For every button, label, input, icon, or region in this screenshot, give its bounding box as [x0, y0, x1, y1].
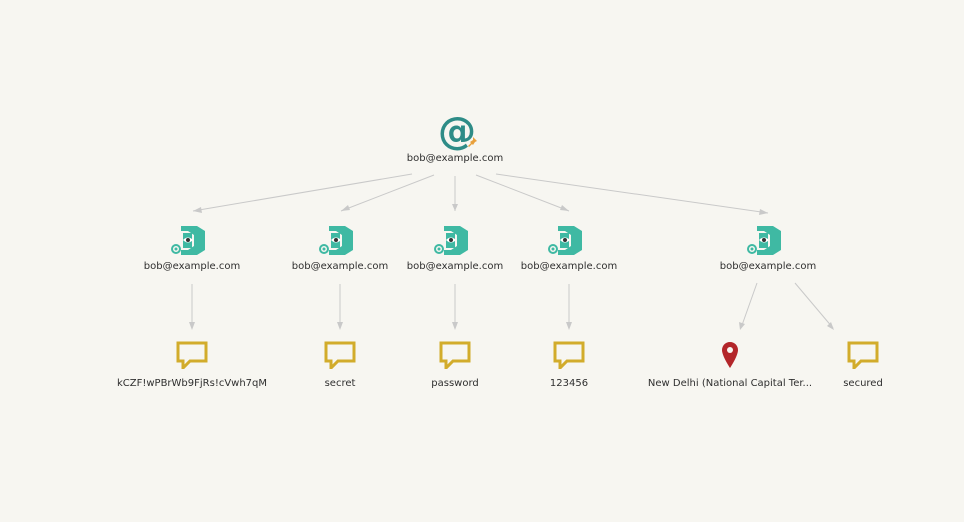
edges-root-to-breaches: [192, 173, 769, 215]
edge: [340, 174, 435, 212]
edge: [740, 282, 758, 329]
breach-database-icon: [171, 226, 205, 255]
phrase-node[interactable]: secured: [823, 341, 903, 393]
root-node[interactable]: @ bob@example.com: [405, 110, 505, 170]
breach-node[interactable]: bob@example.com: [142, 224, 242, 276]
edge: [495, 173, 769, 214]
speech-bubble-icon: [439, 341, 471, 369]
breach-label: bob@example.com: [291, 261, 389, 272]
breach-database-icon: [434, 226, 468, 255]
breach-node[interactable]: bob@example.com: [718, 224, 818, 276]
arrow: [193, 207, 202, 213]
phrase-node[interactable]: kCZF!wPBrWb9FjRs!cVwh7qM: [112, 341, 272, 393]
breach-node[interactable]: bob@example.com: [290, 224, 390, 276]
phrase-label: secured: [843, 378, 883, 389]
edge: [794, 282, 834, 329]
arrow: [566, 322, 572, 330]
arrow: [452, 322, 458, 330]
arrow: [337, 322, 343, 330]
breach-node[interactable]: bob@example.com: [405, 224, 505, 276]
map-pin-icon: [722, 342, 738, 368]
phrase-node[interactable]: password: [415, 341, 495, 393]
arrow: [560, 205, 569, 211]
arrow: [759, 209, 768, 215]
speech-bubble-icon: [847, 341, 879, 369]
arrow: [452, 204, 458, 211]
speech-bubble-icon: [324, 341, 356, 369]
arrow: [739, 322, 745, 330]
breach-label: bob@example.com: [406, 261, 504, 272]
breach-label: bob@example.com: [143, 261, 241, 272]
breach-database-icon: [747, 226, 781, 255]
phrase-node[interactable]: 123456: [529, 341, 609, 393]
arrow: [189, 322, 195, 330]
edge: [192, 173, 413, 212]
phrase-node[interactable]: secret: [300, 341, 380, 393]
edge: [475, 174, 570, 212]
breach-database-icon: [548, 226, 582, 255]
phrase-label: kCZF!wPBrWb9FjRs!cVwh7qM: [116, 378, 268, 389]
location-label: New Delhi (National Capital Ter...: [647, 378, 813, 389]
arrow: [827, 322, 834, 330]
edges-breaches-to-leaves: [189, 282, 834, 330]
phrase-label: password: [431, 378, 479, 389]
location-node[interactable]: New Delhi (National Capital Ter...: [638, 341, 822, 393]
breach-database-icon: [319, 226, 353, 255]
breach-node[interactable]: bob@example.com: [519, 224, 619, 276]
speech-bubble-icon: [176, 341, 208, 369]
breach-label: bob@example.com: [520, 261, 618, 272]
speech-bubble-icon: [553, 341, 585, 369]
phrase-label: secret: [324, 378, 356, 389]
arrow: [341, 205, 350, 211]
breach-label: bob@example.com: [719, 261, 817, 272]
pin-icon: [468, 137, 477, 147]
root-label: bob@example.com: [406, 153, 504, 164]
phrase-label: 123456: [549, 378, 589, 389]
